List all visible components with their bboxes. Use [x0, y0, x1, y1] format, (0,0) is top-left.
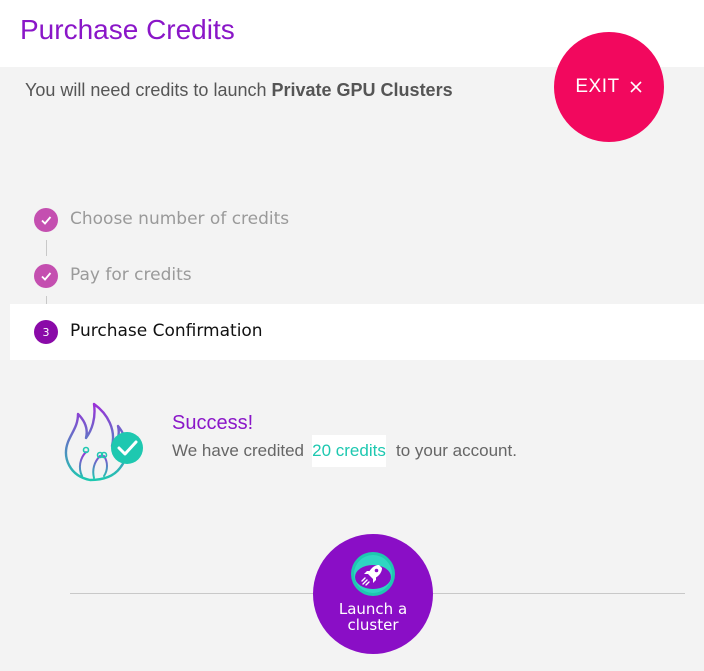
success-message-prefix: We have credited	[172, 441, 304, 460]
step-label: Purchase Confirmation	[70, 321, 263, 341]
success-title: Success!	[172, 412, 254, 434]
launch-label-line2: cluster	[347, 616, 399, 634]
purchase-credits-page: Purchase Credits You will need credits t…	[0, 0, 704, 671]
step-purchase-confirmation[interactable]: 3 Purchase Confirmation	[10, 304, 704, 360]
rocket-icon	[349, 550, 397, 598]
step-choose-credits[interactable]: Choose number of credits	[10, 192, 704, 248]
step-number: 3	[42, 325, 50, 339]
credits-amount-badge: 20 credits	[311, 435, 386, 467]
flame-check-icon	[60, 400, 146, 484]
notice-prefix: You will need credits to launch	[25, 80, 267, 100]
step-pay-credits[interactable]: Pay for credits	[10, 248, 704, 304]
success-message-suffix: to your account.	[395, 441, 517, 460]
purchase-stepper: Choose number of credits Pay for credits…	[10, 192, 704, 360]
step-label: Choose number of credits	[70, 209, 290, 229]
launch-label-line1: Launch a	[338, 600, 408, 618]
check-icon	[34, 264, 58, 288]
success-section: Success! We have credited 20 credits to …	[0, 360, 704, 671]
step-label: Pay for credits	[70, 265, 192, 285]
launch-cluster-label: Launch a cluster	[313, 601, 433, 633]
exit-button[interactable]: EXIT	[554, 32, 664, 142]
success-message: We have credited 20 credits to your acco…	[172, 435, 517, 467]
step-number-badge: 3	[34, 320, 58, 344]
notice-product: Private GPU Clusters	[271, 80, 453, 100]
close-icon	[629, 80, 643, 94]
page-title: Purchase Credits	[20, 14, 235, 45]
exit-label: EXIT	[575, 76, 620, 97]
credits-notice-text: You will need credits to launch Private …	[25, 80, 453, 101]
launch-cluster-button[interactable]: Launch a cluster	[313, 534, 433, 654]
check-icon	[34, 208, 58, 232]
